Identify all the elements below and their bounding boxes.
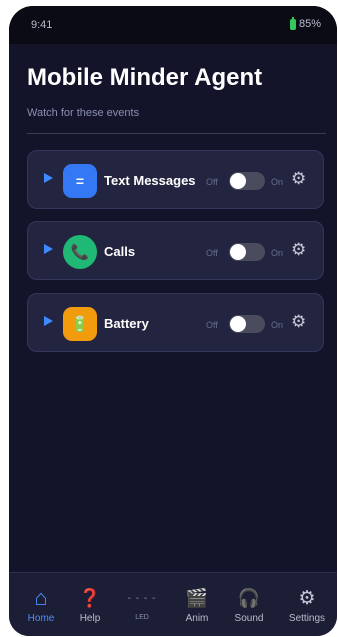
page-subtitle: Watch for these events bbox=[27, 107, 140, 119]
nav-label: Help bbox=[79, 613, 101, 624]
event-card-battery[interactable]: 🔋 Battery Off On ⚙ bbox=[27, 293, 324, 352]
help-icon: ❓ bbox=[78, 587, 102, 608]
led-icon: - - - - bbox=[127, 592, 157, 604]
headphones-icon: 🎧 bbox=[237, 587, 261, 608]
nav-settings[interactable]: ⚙ Settings bbox=[280, 573, 334, 636]
page-title: Mobile Minder Agent bbox=[27, 64, 263, 91]
phone-screen: 9:41 85% Mobile Minder Agent Watch for t… bbox=[9, 6, 337, 636]
nav-help[interactable]: ❓ Help bbox=[63, 573, 117, 636]
event-label: Battery bbox=[104, 316, 149, 331]
nav-label: Home bbox=[27, 613, 55, 624]
event-toggle[interactable] bbox=[229, 315, 265, 333]
expand-arrow-icon[interactable] bbox=[44, 173, 53, 183]
home-icon: ⌂ bbox=[34, 585, 48, 610]
nav-home[interactable]: ⌂ Home bbox=[14, 573, 68, 636]
event-card-calls[interactable]: 📞 Calls Off On ⚙ bbox=[27, 221, 324, 280]
divider bbox=[27, 133, 326, 134]
battery-icon: 🔋 bbox=[63, 307, 97, 341]
status-bar: 9:41 85% bbox=[9, 6, 337, 44]
toggle-off-label: Off bbox=[206, 248, 218, 258]
battery-status-icon bbox=[289, 16, 296, 30]
bottom-nav: ⌂ Home ❓ Help - - - - LED 🎬 Anim 🎧 Sound… bbox=[9, 572, 337, 636]
nav-led[interactable]: - - - - LED bbox=[115, 573, 169, 636]
nav-label: Settings bbox=[288, 613, 326, 624]
gear-icon[interactable]: ⚙ bbox=[291, 241, 306, 258]
nav-label: Sound bbox=[234, 613, 264, 624]
gear-icon[interactable]: ⚙ bbox=[291, 313, 306, 330]
toggle-on-label: On bbox=[271, 320, 284, 330]
status-battery: 85% bbox=[289, 16, 321, 30]
message-icon: = bbox=[63, 164, 97, 198]
gear-icon: ⚙ bbox=[298, 587, 316, 609]
event-label: Text Messages bbox=[104, 173, 196, 188]
gear-icon[interactable]: ⚙ bbox=[291, 170, 306, 187]
expand-arrow-icon[interactable] bbox=[44, 244, 53, 254]
event-label: Calls bbox=[104, 244, 136, 259]
event-toggle[interactable] bbox=[229, 172, 265, 190]
battery-percent: 85% bbox=[298, 18, 321, 30]
nav-label: Anim bbox=[185, 613, 209, 624]
nav-anim[interactable]: 🎬 Anim bbox=[170, 573, 224, 636]
event-card-text-messages[interactable]: = Text Messages Off On ⚙ bbox=[27, 150, 324, 209]
clapperboard-icon: 🎬 bbox=[185, 587, 209, 608]
toggle-on-label: On bbox=[271, 248, 284, 258]
status-time: 9:41 bbox=[31, 19, 53, 31]
toggle-knob bbox=[230, 316, 246, 332]
event-toggle[interactable] bbox=[229, 243, 265, 261]
nav-sound[interactable]: 🎧 Sound bbox=[222, 573, 276, 636]
toggle-knob bbox=[230, 244, 246, 260]
toggle-off-label: Off bbox=[206, 320, 218, 330]
toggle-on-label: On bbox=[271, 177, 284, 187]
phone-icon: 📞 bbox=[63, 235, 97, 269]
expand-arrow-icon[interactable] bbox=[44, 316, 53, 326]
toggle-off-label: Off bbox=[206, 177, 218, 187]
toggle-knob bbox=[230, 173, 246, 189]
nav-label: LED bbox=[135, 614, 149, 621]
